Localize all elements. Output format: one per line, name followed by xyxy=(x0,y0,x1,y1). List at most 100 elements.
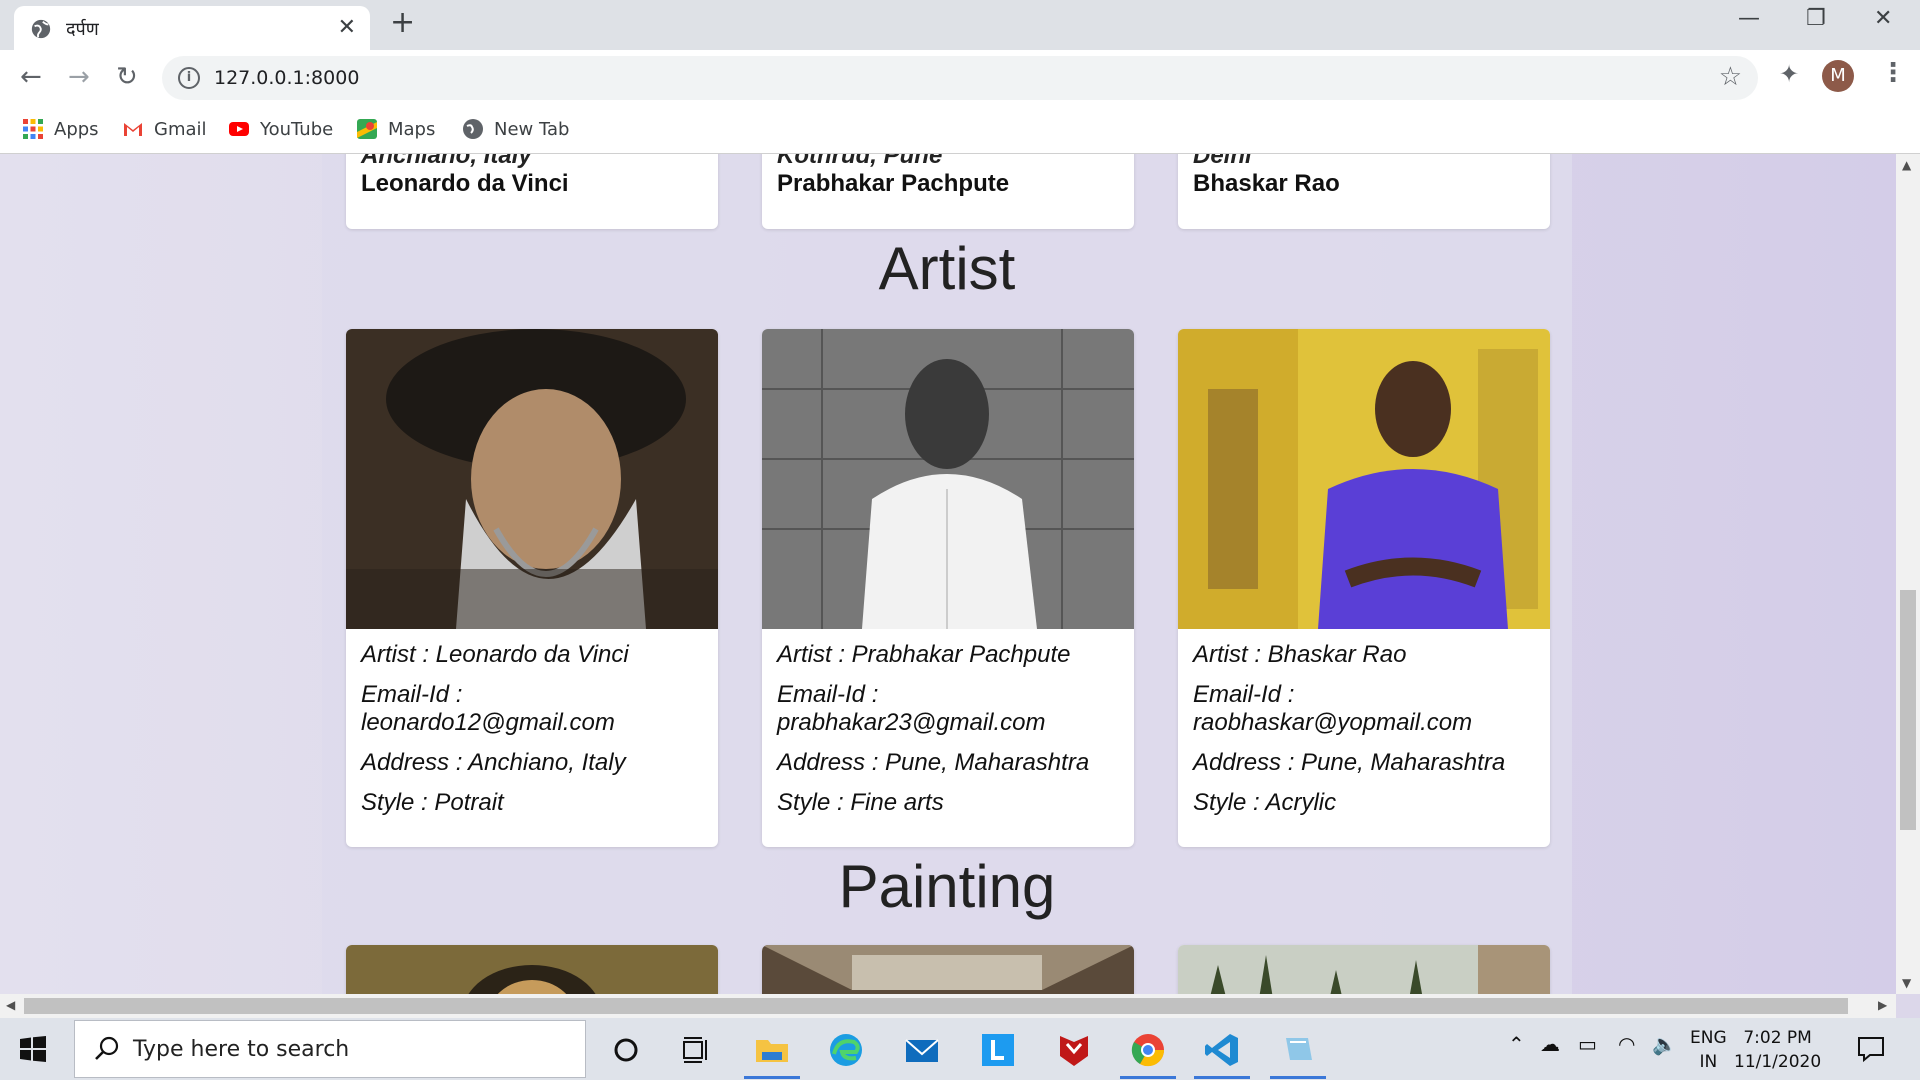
bookmark-gmail[interactable]: Gmail xyxy=(122,116,207,142)
vertical-scroll-thumb[interactable] xyxy=(1900,590,1916,830)
scroll-right-icon[interactable]: ▶ xyxy=(1878,998,1887,1012)
artist-name-line: Artist : Bhaskar Rao xyxy=(1193,641,1407,668)
email-label: Email-Id : xyxy=(361,681,463,708)
bookmark-label: YouTube xyxy=(260,118,334,140)
mail-icon[interactable] xyxy=(902,1030,942,1070)
system-clock[interactable]: 7:02 PM 11/1/2020 xyxy=(1734,1026,1821,1074)
globe-icon xyxy=(31,19,51,39)
bookmark-label: Maps xyxy=(388,118,436,140)
painting-card[interactable] xyxy=(346,945,718,994)
address-line: Address : Pune, Maharashtra xyxy=(1193,749,1506,776)
email-value: leonardo12@gmail.com xyxy=(361,709,615,736)
youtube-icon xyxy=(229,122,249,136)
email-line: Email-Id : prabhakar23@gmail.com xyxy=(777,681,1124,737)
artist-details: Artist : Leonardo da Vinci Email-Id : le… xyxy=(361,641,708,829)
email-line: Email-Id : leonardo12@gmail.com xyxy=(361,681,708,737)
top-card[interactable]: Kothrud, Pune Prabhakar Pachpute xyxy=(762,154,1134,229)
bookmark-star-icon[interactable]: ☆ xyxy=(1719,62,1742,92)
tab-bar: दर्पण ✕ + — ❐ ✕ xyxy=(0,0,1920,50)
painting-image xyxy=(1178,945,1550,994)
browser-menu-icon[interactable]: ⋮ xyxy=(1880,58,1906,88)
bookmark-new-tab[interactable]: New Tab xyxy=(462,116,569,142)
bookmark-youtube[interactable]: YouTube xyxy=(228,116,333,142)
apps-grid-icon xyxy=(23,119,43,139)
style-line: Style : Potrait xyxy=(361,789,504,816)
windows-taskbar: Type here to search ⌃ ☁ ▭ ◠ 🔈 ENG IN 7:0… xyxy=(0,1018,1920,1080)
edge-icon[interactable] xyxy=(826,1030,866,1070)
active-app-indicator xyxy=(744,1076,800,1079)
top-card[interactable]: Anchiano, Italy Leonardo da Vinci xyxy=(346,154,718,229)
card-partial-address: Delhi xyxy=(1193,154,1252,169)
new-tab-button[interactable]: + xyxy=(390,8,415,38)
scroll-up-icon[interactable]: ▲ xyxy=(1902,158,1911,172)
close-tab-icon[interactable]: ✕ xyxy=(338,15,356,40)
painting-section-heading: Painting xyxy=(838,853,1056,920)
horizontal-scroll-thumb[interactable] xyxy=(24,998,1848,1014)
artist-card[interactable]: Artist : Prabhakar Pachpute Email-Id : p… xyxy=(762,329,1134,847)
notification-center-icon[interactable] xyxy=(1856,1034,1886,1064)
taskbar-search-box[interactable]: Type here to search xyxy=(74,1020,586,1078)
card-partial-address: Anchiano, Italy xyxy=(361,154,532,169)
language-code: ENG xyxy=(1690,1028,1727,1048)
bookmark-label: New Tab xyxy=(494,118,570,140)
artist-name-line: Artist : Prabhakar Pachpute xyxy=(777,641,1071,668)
artist-name-line: Artist : Leonardo da Vinci xyxy=(361,641,629,668)
scroll-down-icon[interactable]: ▼ xyxy=(1902,976,1911,990)
battery-icon[interactable]: ▭ xyxy=(1578,1032,1597,1056)
scroll-left-icon[interactable]: ◀ xyxy=(6,998,15,1012)
chrome-icon[interactable] xyxy=(1128,1030,1168,1070)
active-app-indicator xyxy=(1270,1076,1326,1079)
maps-icon xyxy=(357,119,377,139)
artist-card[interactable]: Artist : Bhaskar Rao Email-Id : raobhask… xyxy=(1178,329,1550,847)
bookmark-apps[interactable]: Apps xyxy=(22,116,99,142)
show-hidden-icons-icon[interactable]: ⌃ xyxy=(1508,1032,1525,1056)
onedrive-icon[interactable]: ☁ xyxy=(1540,1032,1560,1056)
browser-tab[interactable]: दर्पण ✕ xyxy=(14,6,370,50)
mcafee-icon[interactable] xyxy=(1054,1030,1094,1070)
style-line: Style : Fine arts xyxy=(777,789,944,816)
bookmark-maps[interactable]: Maps xyxy=(356,116,435,142)
bookmark-label: Gmail xyxy=(154,118,207,140)
bookmark-label: Apps xyxy=(54,118,99,140)
search-icon xyxy=(95,1036,119,1060)
artist-photo xyxy=(1178,329,1550,629)
painting-card[interactable] xyxy=(762,945,1134,994)
top-card[interactable]: Delhi Bhaskar Rao xyxy=(1178,154,1550,229)
email-value: prabhakar23@gmail.com xyxy=(777,709,1046,736)
wifi-icon[interactable]: ◠ xyxy=(1618,1032,1635,1056)
site-info-icon[interactable]: i xyxy=(178,67,200,89)
windows-start-icon[interactable] xyxy=(20,1036,46,1062)
painting-card[interactable] xyxy=(1178,945,1550,994)
vscode-icon[interactable] xyxy=(1202,1030,1242,1070)
vertical-scrollbar[interactable]: ▲ ▼ xyxy=(1896,154,1920,994)
minimize-icon[interactable]: — xyxy=(1738,6,1760,31)
horizontal-scrollbar[interactable]: ◀ ▶ xyxy=(0,994,1896,1018)
volume-icon[interactable]: 🔈 xyxy=(1652,1032,1677,1056)
clock-time: 7:02 PM xyxy=(1743,1028,1812,1048)
browser-toolbar: ← → ↻ i 127.0.0.1:8000 ☆ xyxy=(0,50,1920,106)
url-text[interactable]: 127.0.0.1:8000 xyxy=(214,67,359,89)
lens-app-icon[interactable] xyxy=(978,1030,1018,1070)
extensions-icon[interactable]: ✦ xyxy=(1779,60,1799,88)
cortana-icon[interactable] xyxy=(606,1030,646,1070)
file-explorer-icon[interactable] xyxy=(752,1030,792,1070)
card-artist-name: Prabhakar Pachpute xyxy=(777,170,1010,197)
active-app-indicator xyxy=(1194,1076,1250,1079)
address-line: Address : Pune, Maharashtra xyxy=(777,749,1090,776)
tab-title: दर्पण xyxy=(66,19,99,40)
reload-icon[interactable]: ↻ xyxy=(116,62,138,92)
artist-photo xyxy=(762,329,1134,629)
artist-card[interactable]: Artist : Leonardo da Vinci Email-Id : le… xyxy=(346,329,718,847)
close-window-icon[interactable]: ✕ xyxy=(1874,6,1892,31)
card-partial-address: Kothrud, Pune xyxy=(777,154,943,169)
forward-icon[interactable]: → xyxy=(68,62,90,92)
language-indicator[interactable]: ENG IN xyxy=(1690,1026,1727,1074)
restore-icon[interactable]: ❐ xyxy=(1806,6,1826,31)
back-icon[interactable]: ← xyxy=(20,62,42,92)
notepad-app-icon[interactable] xyxy=(1278,1030,1318,1070)
profile-avatar[interactable]: M xyxy=(1822,60,1854,92)
address-bar[interactable]: i 127.0.0.1:8000 ☆ xyxy=(162,56,1758,100)
painting-image xyxy=(762,945,1134,994)
region-code: IN xyxy=(1699,1052,1718,1072)
task-view-icon[interactable] xyxy=(676,1030,716,1070)
